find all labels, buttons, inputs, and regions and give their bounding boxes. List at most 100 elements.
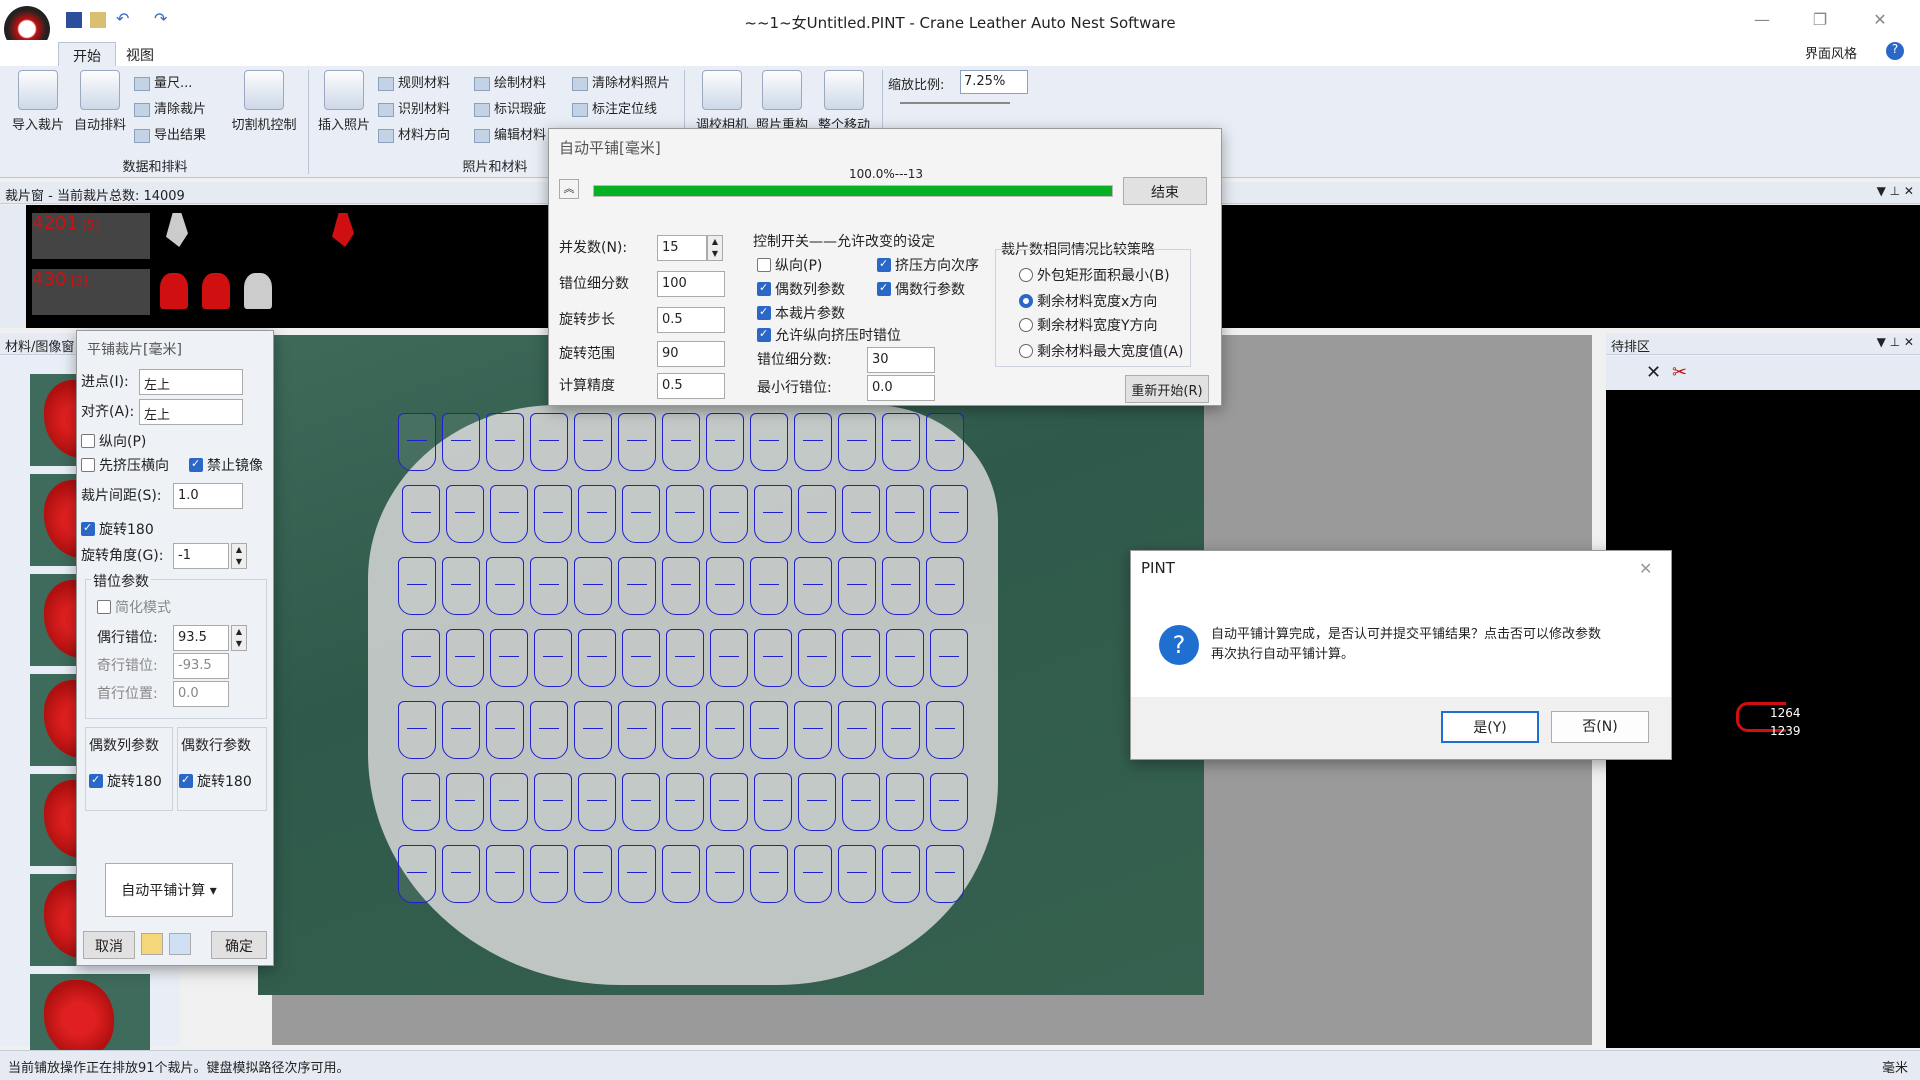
nested-piece[interactable] [578,773,616,831]
nested-piece[interactable] [446,773,484,831]
nested-piece[interactable] [882,557,920,615]
nested-piece[interactable] [446,629,484,687]
nested-piece[interactable] [530,557,568,615]
odd-row-input[interactable]: -93.5 [173,653,229,679]
nested-piece[interactable] [666,629,704,687]
nested-piece[interactable] [886,629,924,687]
nested-piece[interactable] [618,557,656,615]
calibrate-camera-button[interactable]: 调校相机 [692,70,752,133]
panel-controls-icon[interactable]: ▼ ⊥ ✕ [1877,335,1914,349]
nested-piece[interactable] [622,773,660,831]
nested-piece[interactable] [534,773,572,831]
nested-piece[interactable] [838,413,876,471]
nested-piece[interactable] [838,557,876,615]
draw-material-button[interactable]: 绘制材料 [474,72,546,91]
nested-piece[interactable] [534,485,572,543]
nested-piece[interactable] [838,845,876,903]
nested-piece[interactable] [754,773,792,831]
vertical-checkbox[interactable]: 纵向(P) [757,255,822,275]
interface-style-menu[interactable]: 界面风格 [1805,43,1857,62]
nested-piece[interactable] [574,701,612,759]
nested-piece[interactable] [794,557,832,615]
nested-piece[interactable] [486,701,524,759]
nested-piece[interactable] [842,485,880,543]
strategy-radio-bbox[interactable]: 外包矩形面积最小(B) [1019,265,1170,285]
nested-piece[interactable] [926,845,964,903]
tab-view[interactable]: 视图 [112,42,168,66]
min-row-input[interactable]: 0.0 [867,375,935,401]
nested-piece[interactable] [842,629,880,687]
nested-piece[interactable] [530,413,568,471]
nested-piece[interactable] [842,773,880,831]
material-direction-button[interactable]: 材料方向 [378,124,450,143]
no-mirror-checkbox[interactable]: 禁止镜像 [189,455,263,475]
angle-spinner[interactable]: ▲ ▼ [231,543,247,569]
strategy-radio-y[interactable]: 剩余材料宽度Y方向 [1019,315,1158,335]
nested-piece[interactable] [926,557,964,615]
nested-piece[interactable] [838,701,876,759]
nested-piece[interactable] [750,845,788,903]
nested-piece[interactable] [402,629,440,687]
even-row-checkbox[interactable]: 偶数行参数 [877,279,965,299]
first-row-input[interactable]: 0.0 [173,681,229,707]
cutter-control-button[interactable]: 切割机控制 [226,70,302,133]
nested-piece[interactable] [578,629,616,687]
vertical-checkbox[interactable]: 纵向(P) [81,431,146,451]
simple-mode-checkbox[interactable]: 简化模式 [97,597,171,617]
subdiv-input[interactable]: 100 [657,271,725,297]
panel-controls-icon[interactable]: ▼ ⊥ ✕ [1877,184,1914,198]
rotate180-checkbox[interactable]: 旋转180 [81,519,154,539]
nested-piece[interactable] [706,557,744,615]
concurrency-spinner[interactable]: ▲ ▼ [707,235,723,261]
nested-piece[interactable] [402,485,440,543]
align-select[interactable]: 左上 [139,399,243,425]
nested-piece[interactable] [398,413,436,471]
nested-piece[interactable] [398,701,436,759]
import-pieces-button[interactable]: 导入裁片 [8,70,68,133]
nested-piece[interactable] [798,485,836,543]
squeeze-first-checkbox[interactable]: 先挤压横向 [81,455,169,475]
nested-piece[interactable] [750,701,788,759]
nested-piece[interactable] [662,557,700,615]
nested-piece[interactable] [710,629,748,687]
collapse-icon[interactable]: ︽ [559,179,579,199]
nested-piece[interactable] [442,845,480,903]
nested-piece[interactable] [706,845,744,903]
nested-piece[interactable] [618,701,656,759]
strategy-radio-max[interactable]: 剩余材料最大宽度值(A) [1019,341,1184,361]
ok-button[interactable]: 确定 [211,931,267,959]
nested-piece[interactable] [882,845,920,903]
no-button[interactable]: 否(N) [1551,711,1649,743]
col-rotate-checkbox[interactable]: 旋转180 [89,771,162,791]
nested-piece[interactable] [798,629,836,687]
nested-piece[interactable] [662,845,700,903]
gap-input[interactable]: 1.0 [173,483,243,509]
auto-calc-button[interactable]: 自动平铺计算 ▾ [105,863,233,917]
nested-piece[interactable] [530,845,568,903]
move-all-button[interactable]: 整个移动 [814,70,874,133]
nested-piece[interactable] [442,701,480,759]
cancel-button[interactable]: 取消 [83,931,135,959]
nested-piece[interactable] [578,485,616,543]
nested-piece[interactable] [398,845,436,903]
clear-pieces-button[interactable]: 清除裁片 [134,98,206,117]
nested-piece[interactable] [750,413,788,471]
nested-piece[interactable] [754,629,792,687]
nested-piece[interactable] [574,413,612,471]
nested-piece[interactable] [926,413,964,471]
piece-row-2[interactable]: 430 [3] [32,269,150,315]
nested-piece[interactable] [882,413,920,471]
strategy-radio-x[interactable]: 剩余材料宽度x方向 [1019,291,1157,311]
nested-piece[interactable] [798,773,836,831]
folder-icon[interactable] [141,933,163,955]
nested-piece[interactable] [882,701,920,759]
stagger-sub-input[interactable]: 30 [867,347,935,373]
nested-piece[interactable] [666,773,704,831]
even-row-spinner[interactable]: ▲ ▼ [231,625,247,651]
mark-defect-button[interactable]: 标识瑕疵 [474,98,546,117]
end-button[interactable]: 结束 [1123,177,1207,205]
nested-piece[interactable] [486,413,524,471]
nested-piece[interactable] [486,557,524,615]
zoom-select[interactable]: 7.25% [960,70,1028,94]
nested-piece[interactable] [486,845,524,903]
